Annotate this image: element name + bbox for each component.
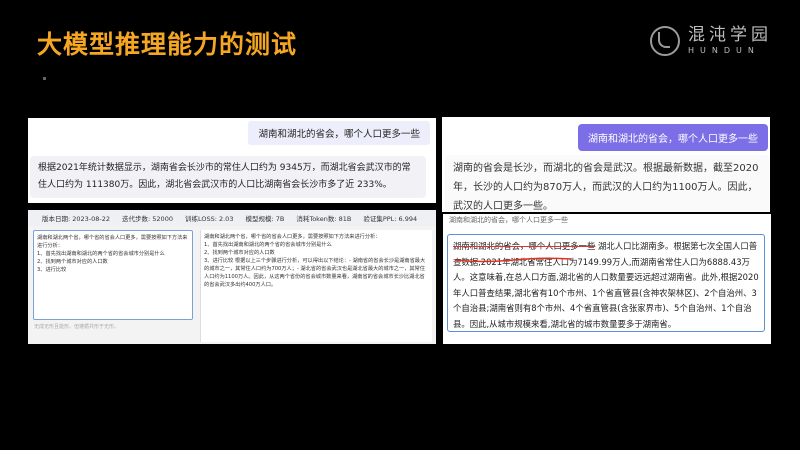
slide-title: 大模型推理能力的测试	[37, 30, 298, 59]
logo-en-text: HUNDUN	[688, 46, 760, 55]
title-marker	[43, 77, 46, 80]
brand-logo: 混沌学园 HUNDUN	[650, 26, 772, 56]
logo-icon	[650, 26, 680, 56]
stat-model-size: 模型规模: 7B	[245, 215, 285, 223]
stat-steps: 迭代步数: 52000	[122, 215, 173, 223]
training-stats-bar: 版本日期: 2023-08-22 迭代步数: 52000 训练LOSS: 2.0…	[28, 210, 436, 226]
user-question-bubble: 湖南和湖北的省会，哪个人口更多一些	[578, 124, 768, 151]
stat-tokens: 消耗Token数: 81B	[296, 215, 352, 223]
screenshot-bottom-left: 版本日期: 2023-08-22 迭代步数: 52000 训练LOSS: 2.0…	[28, 210, 436, 344]
user-question-bubble: 湖南和湖北的省会，哪个人口更多一些	[248, 121, 430, 145]
footnote: 无成无形且能形。但遵循共形于无形。	[34, 324, 120, 330]
stat-ppl: 验证集PPL: 6.994	[363, 215, 418, 223]
model-answer: 根据2021年统计数据显示，湖南省会长沙市的常住人口约为 9345万，而湖北省会…	[30, 156, 426, 198]
logo-cn-text: 混沌学园	[688, 25, 772, 45]
red-underline-annotation	[454, 257, 572, 263]
model-answer: 湖南的省会是长沙，而湖北的省会是武汉。根据最新数据，截至2020年，长沙的人口约…	[445, 155, 769, 212]
stat-loss: 训练LOSS: 2.03	[184, 215, 234, 223]
prompt-input[interactable]: 湖南和湖北两个省，哪个省的省会人口更多，需要按照如下方法来进行分析： 1、首先找…	[33, 230, 193, 320]
screenshot-top-right: 湖南和湖北的省会，哪个人口更多一些 湖南的省会是长沙，而湖北的省会是武汉。根据最…	[442, 117, 770, 212]
screenshot-bottom-right: 湖南和湖北的省会，哪个人口更多一些 湖南和湖北的省会，哪个人口更多一些 湖北人口…	[443, 214, 771, 344]
screenshot-top-left: 湖南和湖北的省会，哪个人口更多一些 根据2021年统计数据显示，湖南省会长沙市的…	[28, 118, 436, 203]
stat-version-date: 版本日期: 2023-08-22	[42, 215, 111, 223]
model-answer-box: 湖南和湖北的省会，哪个人口更多一些 湖北人口比湖南多。根据第七次全国人口普查数据…	[447, 234, 765, 332]
partial-previous-line: 湖南和湖北的省会，哪个人口更多一些	[449, 216, 568, 224]
answer-lead-question: 湖南和湖北的省会，哪个人口更多一些	[453, 241, 596, 251]
model-output: 湖南和湖北两个省，哪个省的省会人口更多，需要按照如下方法来进行分析： 1、首先找…	[200, 230, 432, 342]
